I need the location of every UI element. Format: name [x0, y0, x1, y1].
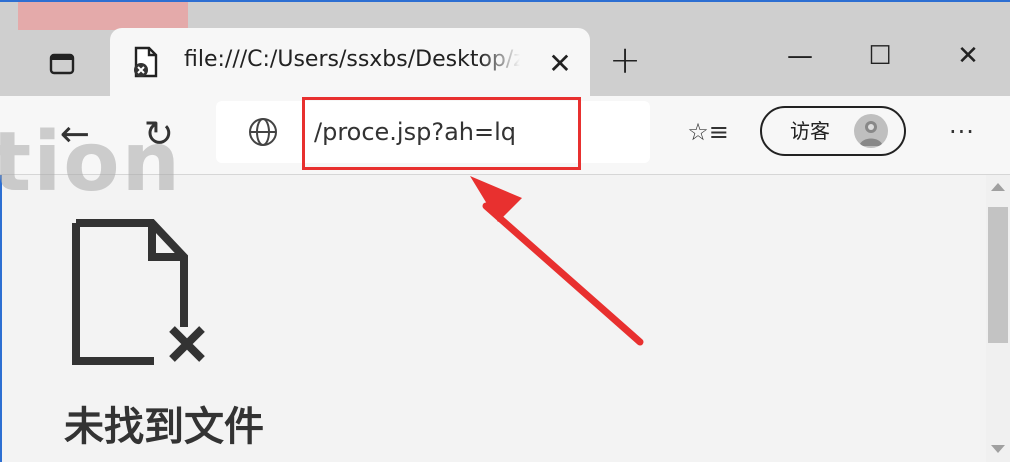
favorites-button[interactable]: ☆≡ — [686, 110, 730, 154]
scroll-up-arrow-icon[interactable] — [991, 183, 1005, 191]
new-tab-button[interactable]: + — [600, 40, 650, 82]
globe-icon — [249, 118, 277, 146]
browser-title-bar: file:///C:/Users/ssxbs/Desktop/zh ✕ + — … — [0, 0, 1010, 96]
error-heading: 未找到文件 — [64, 404, 264, 450]
file-error-icon — [134, 46, 158, 78]
close-window-button[interactable]: ✕ — [938, 34, 998, 78]
tab-close-button[interactable]: ✕ — [542, 46, 578, 82]
watermark-block — [18, 2, 188, 30]
avatar — [854, 114, 888, 148]
tab-actions-button[interactable] — [38, 44, 86, 84]
guest-avatar-icon — [859, 121, 883, 146]
profile-label: 访客 — [790, 119, 830, 143]
maximize-button[interactable]: ☐ — [850, 34, 910, 78]
file-missing-icon — [72, 219, 205, 365]
scroll-down-arrow-icon[interactable] — [991, 445, 1005, 453]
tab-title: file:///C:/Users/ssxbs/Desktop/zh — [184, 47, 520, 72]
annotation-arrow — [470, 176, 644, 346]
more-options-button[interactable]: ··· — [942, 110, 982, 154]
window-border-left — [0, 175, 2, 462]
browser-tab-active[interactable]: file:///C:/Users/ssxbs/Desktop/zh ✕ — [110, 28, 590, 96]
profile-button[interactable]: 访客 — [760, 106, 906, 156]
vertical-scrollbar[interactable] — [986, 175, 1010, 462]
tab-actions-icon — [49, 53, 75, 75]
minimize-button[interactable]: — — [770, 34, 830, 78]
scrollbar-thumb[interactable] — [988, 207, 1008, 343]
watermark: tion — [0, 115, 183, 210]
